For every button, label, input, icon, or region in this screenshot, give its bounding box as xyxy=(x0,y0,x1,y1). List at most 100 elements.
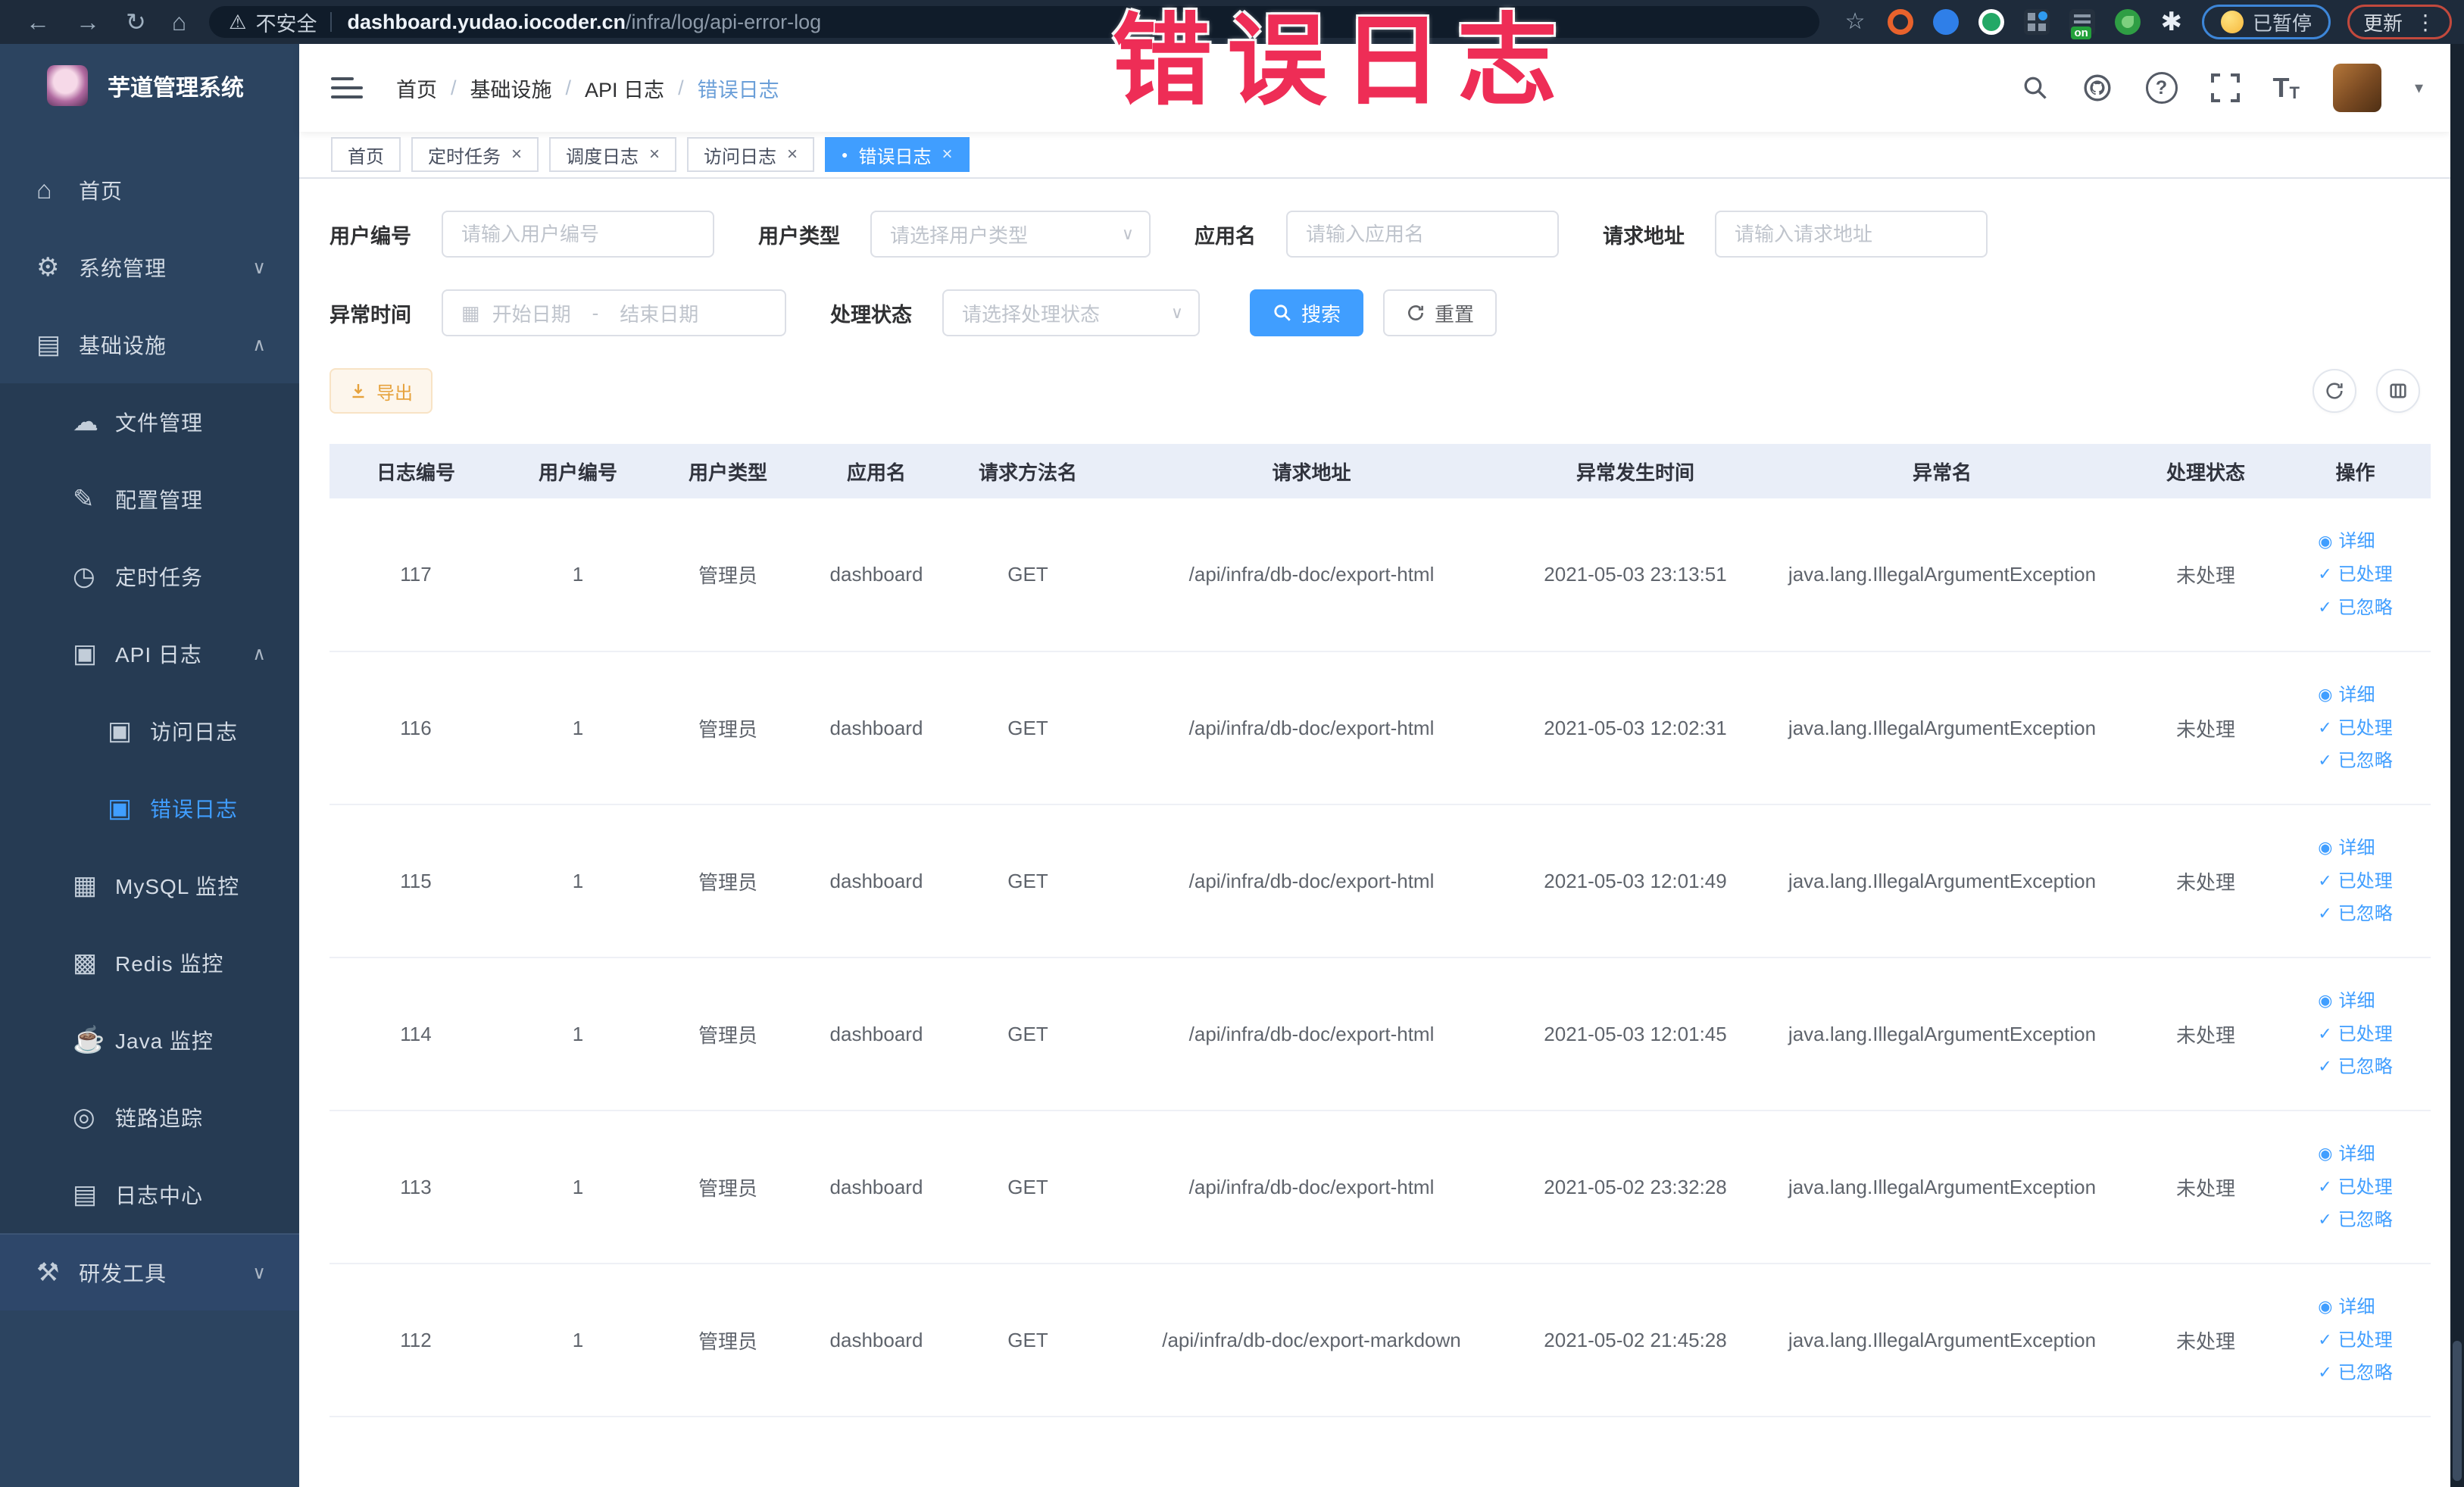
sidebar-item-log-center[interactable]: ▤ 日志中心 xyxy=(0,1156,299,1233)
paused-extension-button[interactable]: 已暂停 xyxy=(2201,5,2331,39)
action-label: 已忽略 xyxy=(2338,1363,2393,1384)
help-icon[interactable]: ? xyxy=(2145,72,2178,104)
extension-icon-3[interactable] xyxy=(1978,9,2005,35)
tab-job-log[interactable]: 调度日志 × xyxy=(549,137,677,172)
extension-icon-4[interactable] xyxy=(2024,9,2050,35)
action-detail[interactable]: ◉ 详细 xyxy=(2318,989,2375,1014)
menu-dots-icon[interactable]: ⋮ xyxy=(2415,10,2436,35)
user-id-input[interactable] xyxy=(442,211,714,258)
sidebar-item-config[interactable]: ✎ 配置管理 xyxy=(0,461,299,538)
home-icon[interactable]: ⌂ xyxy=(172,10,186,34)
search-icon[interactable] xyxy=(2022,74,2049,102)
breadcrumb-item[interactable]: 错误日志 xyxy=(698,73,779,103)
close-icon[interactable]: × xyxy=(787,144,798,165)
cell-exception: java.lang.IllegalArgumentException xyxy=(1753,498,2131,652)
cell-user_type: 管理员 xyxy=(654,1111,802,1264)
extension-icon-7[interactable]: ✱ xyxy=(2160,7,2182,37)
tab-access-log[interactable]: 访问日志 × xyxy=(687,137,815,172)
date-range-picker[interactable]: ▦ 开始日期 - 结束日期 xyxy=(442,289,786,336)
cell-user_type: 管理员 xyxy=(654,1264,802,1417)
cell-url: /api/infra/db-doc/export-html xyxy=(1105,498,1518,652)
sidebar-item-infra[interactable]: ▤ 基础设施 ∧ xyxy=(0,306,299,383)
app-name-input[interactable] xyxy=(1286,211,1559,258)
action-processed[interactable]: ✓ 已处理 xyxy=(2318,1328,2392,1354)
sidebar-item-job[interactable]: ◷ 定时任务 xyxy=(0,538,299,615)
eye-icon: ◉ xyxy=(2318,1297,2333,1317)
breadcrumb-item[interactable]: 基础设施 xyxy=(470,73,552,103)
action-ignored[interactable]: ✓ 已忽略 xyxy=(2318,1360,2392,1386)
action-detail[interactable]: ◉ 详细 xyxy=(2318,529,2375,555)
action-ignored[interactable]: ✓ 已忽略 xyxy=(2318,595,2392,621)
search-button[interactable]: 搜索 xyxy=(1250,289,1364,336)
user-type-select[interactable]: 请选择用户类型 ∨ xyxy=(870,211,1151,258)
back-icon[interactable]: ← xyxy=(26,10,50,34)
url-domain: dashboard.yudao.iocoder.cn xyxy=(347,10,626,33)
action-processed[interactable]: ✓ 已处理 xyxy=(2318,716,2392,742)
breadcrumb-item[interactable]: API 日志 xyxy=(585,73,664,103)
user-avatar[interactable] xyxy=(2332,64,2381,112)
columns-icon xyxy=(2390,383,2406,398)
fullscreen-icon[interactable] xyxy=(2210,73,2240,102)
action-detail[interactable]: ◉ 详细 xyxy=(2318,836,2375,861)
user-menu-caret-icon[interactable]: ▾ xyxy=(2415,78,2423,98)
refresh-table-button[interactable] xyxy=(2313,369,2356,413)
action-processed[interactable]: ✓ 已处理 xyxy=(2318,1175,2392,1201)
collapse-menu-icon[interactable] xyxy=(331,71,363,105)
request-url-input[interactable] xyxy=(1715,211,1988,258)
sidebar-item-api-log[interactable]: ▣ API 日志 ∧ xyxy=(0,615,299,692)
sidebar-item-java[interactable]: ☕ Java 监控 xyxy=(0,1001,299,1079)
sidebar-item-mysql[interactable]: ▦ MySQL 监控 xyxy=(0,847,299,924)
process-status-select[interactable]: 请选择处理状态 ∨ xyxy=(942,289,1200,336)
cell-app_name: dashboard xyxy=(802,1264,951,1417)
extension-icon-2[interactable] xyxy=(1933,9,1960,35)
action-processed[interactable]: ✓ 已处理 xyxy=(2318,869,2392,895)
address-bar[interactable]: ⚠ 不安全 dashboard.yudao.iocoder.cn/infra/l… xyxy=(209,6,1819,38)
reset-button[interactable]: 重置 xyxy=(1383,289,1497,336)
chart-icon: ▦ xyxy=(73,871,98,900)
extension-icon-6[interactable] xyxy=(2115,9,2141,35)
column-settings-button[interactable] xyxy=(2376,369,2420,413)
close-icon[interactable]: × xyxy=(942,144,953,165)
sidebar-item-tracer[interactable]: ◎ 链路追踪 xyxy=(0,1079,299,1156)
app-logo[interactable]: 芋道管理系统 xyxy=(0,44,299,126)
action-ignored[interactable]: ✓ 已忽略 xyxy=(2318,1207,2392,1233)
tab-error-log[interactable]: ● 错误日志 × xyxy=(825,137,970,172)
action-ignored[interactable]: ✓ 已忽略 xyxy=(2318,748,2392,774)
page-scrollbar[interactable] xyxy=(2450,44,2464,1487)
tab-home[interactable]: 首页 xyxy=(331,137,401,172)
scrollbar-thumb[interactable] xyxy=(2453,1341,2462,1481)
action-detail[interactable]: ◉ 详细 xyxy=(2318,683,2375,708)
extensions-area: on ✱ xyxy=(1888,7,2182,39)
extension-icon-1[interactable] xyxy=(1888,9,1914,35)
cell-user_type: 管理员 xyxy=(654,651,802,805)
bookmark-star-icon[interactable]: ☆ xyxy=(1845,11,1866,33)
font-size-icon[interactable]: TT xyxy=(2273,74,2300,102)
sidebar-item-access-log[interactable]: ▣ 访问日志 xyxy=(0,692,299,770)
sidebar-item-file[interactable]: ☁ 文件管理 xyxy=(0,383,299,461)
close-icon[interactable]: × xyxy=(511,144,522,165)
github-icon[interactable] xyxy=(2082,73,2113,103)
action-processed[interactable]: ✓ 已处理 xyxy=(2318,1022,2392,1048)
sidebar-item-system[interactable]: ⚙ 系统管理 ∨ xyxy=(0,229,299,306)
update-browser-button[interactable]: 更新 ⋮ xyxy=(2347,5,2452,39)
action-detail[interactable]: ◉ 详细 xyxy=(2318,1142,2375,1167)
cell-actions: ◉ 详细 ✓ 已处理 ✓ 已忽略 xyxy=(2280,498,2431,652)
action-detail[interactable]: ◉ 详细 xyxy=(2318,1295,2375,1320)
cell-exception: java.lang.IllegalArgumentException xyxy=(1753,651,2131,805)
sidebar-item-error-log[interactable]: ▣ 错误日志 xyxy=(0,770,299,847)
filter-row-2: 异常时间 ▦ 开始日期 - 结束日期 处理状态 请选择处理状态 ∨ 搜索 重置 xyxy=(329,289,2431,336)
close-icon[interactable]: × xyxy=(649,144,660,165)
sidebar-item-redis[interactable]: ▩ Redis 监控 xyxy=(0,924,299,1001)
forward-icon[interactable]: → xyxy=(76,10,100,34)
action-ignored[interactable]: ✓ 已忽略 xyxy=(2318,901,2392,927)
extension-icon-5[interactable]: on xyxy=(2069,9,2096,39)
export-button[interactable]: 导出 xyxy=(329,368,433,414)
table-toolbar: 导出 xyxy=(329,368,2431,414)
breadcrumb-item[interactable]: 首页 xyxy=(396,73,437,103)
sidebar-item-dev-tools[interactable]: ⚒ 研发工具 ∨ xyxy=(0,1233,299,1310)
action-ignored[interactable]: ✓ 已忽略 xyxy=(2318,1054,2392,1080)
action-processed[interactable]: ✓ 已处理 xyxy=(2318,562,2392,588)
sidebar-item-home[interactable]: ⌂ 首页 xyxy=(0,152,299,229)
reload-icon[interactable]: ↻ xyxy=(126,10,146,34)
tab-job[interactable]: 定时任务 × xyxy=(411,137,539,172)
